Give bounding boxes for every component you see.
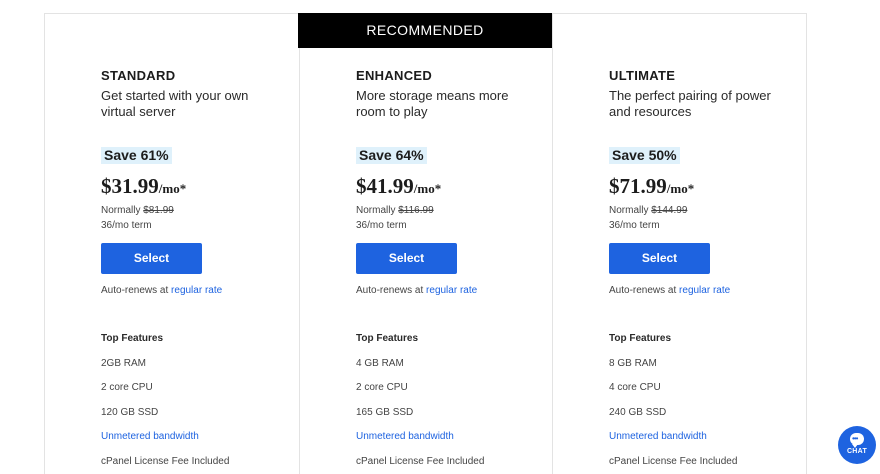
feature-ram: 2GB RAM bbox=[101, 358, 147, 369]
normal-price: Normally $81.99 bbox=[101, 205, 174, 216]
feature-cpanel: cPanel License Fee Included bbox=[101, 456, 230, 467]
feature-storage: 120 GB SSD bbox=[101, 407, 159, 418]
normal-price-value: $116.99 bbox=[398, 205, 434, 216]
savings-badge: Save 61% bbox=[101, 147, 172, 164]
renew-text: Auto-renews at bbox=[356, 285, 424, 296]
auto-renew-note: Auto-renews at regular rate bbox=[609, 285, 730, 296]
regular-rate-link[interactable]: regular rate bbox=[171, 285, 222, 296]
plan-price: $41.99/mo* bbox=[356, 174, 441, 199]
features-heading: Top Features bbox=[101, 333, 164, 344]
regular-rate-link[interactable]: regular rate bbox=[679, 285, 730, 296]
price-unit: /mo* bbox=[413, 181, 442, 196]
auto-renew-note: Auto-renews at regular rate bbox=[101, 285, 222, 296]
normal-price: Normally $116.99 bbox=[356, 205, 434, 216]
features-heading: Top Features bbox=[609, 333, 672, 344]
chat-dots-icon: ••• bbox=[852, 434, 858, 443]
plan-name: STANDARD bbox=[101, 68, 176, 83]
plan-card-standard: STANDARD Get started with your own virtu… bbox=[45, 14, 299, 474]
chat-button[interactable]: ••• CHAT bbox=[838, 426, 876, 464]
feature-ram: 4 GB RAM bbox=[356, 358, 404, 369]
plan-card-ultimate: ULTIMATE The perfect pairing of power an… bbox=[553, 14, 808, 474]
renew-text: Auto-renews at bbox=[101, 285, 169, 296]
feature-bandwidth-link[interactable]: Unmetered bandwidth bbox=[101, 431, 199, 442]
normal-price: Normally $144.99 bbox=[609, 205, 687, 216]
select-button-ultimate[interactable]: Select bbox=[609, 243, 710, 274]
renew-text: Auto-renews at bbox=[609, 285, 677, 296]
feature-storage: 165 GB SSD bbox=[356, 407, 414, 418]
select-button-standard[interactable]: Select bbox=[101, 243, 202, 274]
recommended-banner: RECOMMENDED bbox=[298, 13, 552, 48]
select-button-enhanced[interactable]: Select bbox=[356, 243, 457, 274]
plan-description: Get started with your own virtual server bbox=[101, 88, 249, 119]
feature-bandwidth-link[interactable]: Unmetered bandwidth bbox=[609, 431, 707, 442]
pricing-table: STANDARD Get started with your own virtu… bbox=[44, 13, 807, 474]
price-unit: /mo* bbox=[666, 181, 695, 196]
feature-cpu: 2 core CPU bbox=[101, 382, 153, 393]
normally-label: Normally bbox=[101, 205, 141, 216]
savings-badge: Save 64% bbox=[356, 147, 427, 164]
chat-label: CHAT bbox=[846, 448, 868, 455]
plan-card-enhanced: ENHANCED More storage means more room to… bbox=[299, 14, 553, 474]
plan-term: 36/mo term bbox=[609, 220, 660, 231]
normal-price-value: $144.99 bbox=[651, 205, 688, 216]
plan-description: The perfect pairing of power and resourc… bbox=[609, 88, 771, 119]
feature-bandwidth-link[interactable]: Unmetered bandwidth bbox=[356, 431, 454, 442]
feature-cpu: 4 core CPU bbox=[609, 382, 661, 393]
plan-term: 36/mo term bbox=[356, 220, 407, 231]
plan-description: More storage means more room to play bbox=[356, 88, 509, 119]
price-amount: $41.99 bbox=[356, 174, 414, 198]
regular-rate-link[interactable]: regular rate bbox=[426, 285, 477, 296]
plan-name: ULTIMATE bbox=[609, 68, 676, 83]
price-unit: /mo* bbox=[158, 181, 187, 196]
plan-price: $71.99/mo* bbox=[609, 174, 694, 199]
plan-price: $31.99/mo* bbox=[101, 174, 186, 199]
plan-name: ENHANCED bbox=[356, 68, 433, 83]
feature-ram: 8 GB RAM bbox=[609, 358, 657, 369]
savings-badge: Save 50% bbox=[609, 147, 680, 164]
plan-term: 36/mo term bbox=[101, 220, 152, 231]
price-amount: $31.99 bbox=[101, 174, 159, 198]
feature-cpanel: cPanel License Fee Included bbox=[609, 456, 738, 467]
normally-label: Normally bbox=[356, 205, 396, 216]
feature-storage: 240 GB SSD bbox=[609, 407, 667, 418]
normal-price-value: $81.99 bbox=[143, 205, 174, 216]
feature-cpanel: cPanel License Fee Included bbox=[356, 456, 485, 467]
auto-renew-note: Auto-renews at regular rate bbox=[356, 285, 477, 296]
normally-label: Normally bbox=[609, 205, 649, 216]
price-amount: $71.99 bbox=[609, 174, 667, 198]
features-heading: Top Features bbox=[356, 333, 419, 344]
feature-cpu: 2 core CPU bbox=[356, 382, 408, 393]
